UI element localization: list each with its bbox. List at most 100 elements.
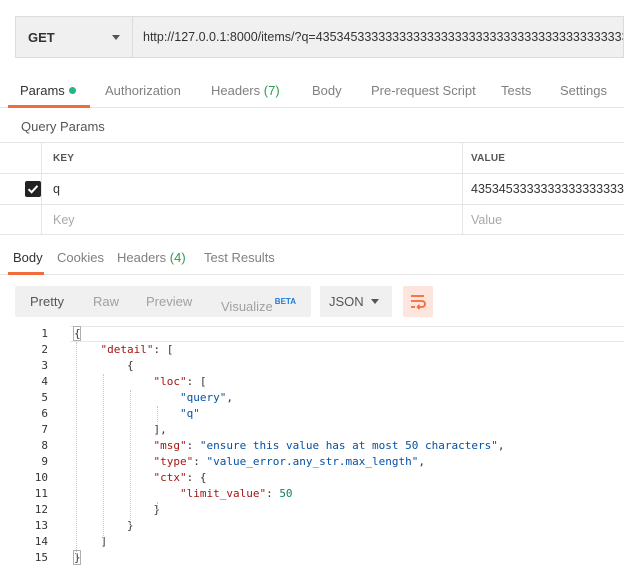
tab-response-body[interactable]: Body [13,242,43,273]
tab-tests[interactable]: Tests [501,74,531,108]
tab-response-headers[interactable]: Headers (4) [117,242,186,273]
line-number: 6 [41,407,48,420]
table-row-empty: Key Value [0,204,624,235]
code-token: "detail" [100,343,154,356]
code-line: "type": "value_error.any_str.max_length"… [74,454,425,470]
new-key-input[interactable]: Key [42,205,463,234]
active-response-tab-indicator [8,272,44,275]
visualize-button[interactable]: Visualize BETA [221,286,296,317]
query-params-table: KEY VALUE q 4353453333333333333333333333… [0,142,624,235]
indent-guide [76,342,77,558]
code-line: "detail": [ [74,342,174,358]
request-tabs: Params Authorization Headers (7) Body Pr… [0,74,624,108]
code-line: "loc": [ [74,374,206,390]
code-line: } [74,502,160,518]
code-line: "q" [74,406,200,422]
table-header-row: KEY VALUE [0,142,624,173]
indent-guide [157,502,158,510]
code-token: "ctx" [153,471,187,484]
code-token: , [418,455,426,468]
wrap-lines-button[interactable] [403,286,433,317]
line-number: 3 [41,359,48,372]
code-token: : [ [186,375,207,388]
headers-count: (7) [263,83,280,98]
line-number: 1 [41,327,48,340]
code-line: ], [74,422,167,438]
line-number: 12 [34,503,48,516]
line-number: 7 [41,423,48,436]
param-value-input[interactable]: 4353453333333333333333333333333333 [463,174,624,204]
line-number: 9 [41,455,48,468]
pretty-button[interactable]: Pretty [30,286,64,317]
wrap-lines-icon [411,295,426,310]
code-token: , [497,439,505,452]
tab-cookies[interactable]: Cookies [57,242,104,273]
method-select[interactable]: GET [15,16,132,58]
response-body-viewer[interactable]: 1 2 3 4 5 6 7 8 9 10 11 12 13 14 15 { "detail": [ { "l… [0,326,624,573]
tab-pre-request-script[interactable]: Pre-request Script [371,74,476,108]
code-token: } [74,503,161,516]
response-tabs: Body Cookies Headers (4) Test Results [0,242,624,275]
tab-params[interactable]: Params [20,74,76,108]
raw-button[interactable]: Raw [93,286,119,317]
code-line: "msg": "ensure this value has at most 50… [74,438,505,454]
tab-authorization[interactable]: Authorization [105,74,181,108]
method-label: GET [28,29,55,45]
tab-body[interactable]: Body [312,74,342,108]
beta-badge: BETA [274,297,296,306]
code-line: "ctx": { [74,470,206,486]
code-token: "value_error.any_str.max_length" [206,455,419,468]
code-token: "query" [179,391,227,404]
code-token: { [74,359,134,372]
code-line: { [74,358,134,374]
view-mode-group: Pretty Raw Preview Visualize BETA [15,286,311,317]
line-number: 11 [34,487,48,500]
check-column-header [0,143,42,173]
key-column-header: KEY [42,143,463,173]
url-input[interactable]: http://127.0.0.1:8000/items/?q=435345333… [132,16,624,58]
code-token: , [226,391,233,404]
tab-headers-label: Headers [211,83,261,98]
tab-params-label: Params [20,83,65,98]
code-token: "msg" [153,439,187,452]
code-token: : [193,455,207,468]
code-token: 50 [279,487,293,500]
code-token: "type" [153,455,194,468]
current-line-highlight [70,326,624,342]
response-headers-count: (4) [169,250,186,265]
param-key-input[interactable]: q [42,174,463,204]
code-token: : [266,487,280,500]
code-token: "ensure this value has at most 50 charac… [199,439,498,452]
preview-button[interactable]: Preview [146,286,192,317]
chevron-down-icon [371,299,379,304]
request-bar: GET http://127.0.0.1:8000/items/?q=43534… [15,16,624,58]
params-active-dot [68,87,76,94]
value-column-header: VALUE [471,152,506,164]
new-value-input[interactable]: Value [463,205,624,234]
query-params-title: Query Params [21,119,105,134]
code-line: "limit_value": 50 [74,486,293,502]
code-token: "limit_value" [179,487,267,500]
matching-brace-close [73,550,81,565]
tab-headers[interactable]: Headers (7) [211,74,280,108]
param-enable-cell-empty [0,205,42,234]
checkmark-icon [27,185,39,194]
code-token: "loc" [153,375,187,388]
active-tab-indicator [8,105,90,108]
table-row: q 4353453333333333333333333333333333 [0,173,624,204]
code-token: ], [74,423,167,436]
tab-test-results[interactable]: Test Results [204,242,275,273]
tab-settings[interactable]: Settings [560,74,607,108]
format-select[interactable]: JSON [320,286,392,317]
line-number: 4 [41,375,48,388]
param-checkbox[interactable] [25,181,41,197]
code-token: : [186,439,200,452]
tab-response-headers-label: Headers [117,250,167,265]
